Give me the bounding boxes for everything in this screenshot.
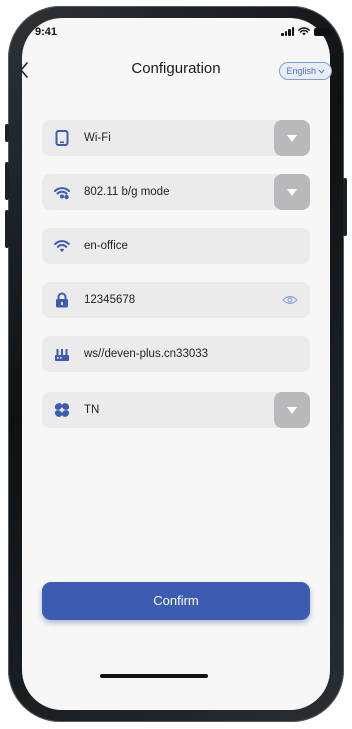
network-type-value: TN xyxy=(84,404,100,416)
status-icons xyxy=(281,27,333,36)
caret-down-icon xyxy=(287,406,297,414)
connection-type-value: Wi-Fi xyxy=(84,132,111,144)
tablet-icon xyxy=(55,130,69,146)
router-icon xyxy=(55,349,69,361)
status-time: 9:41 xyxy=(35,26,58,38)
volume-up-button xyxy=(5,162,9,200)
password-field[interactable]: 12345678 xyxy=(42,282,310,318)
volume-down-button xyxy=(5,210,9,248)
server-url-field[interactable]: ws//deven-plus.cn33033 xyxy=(42,336,310,372)
mute-switch xyxy=(5,124,9,142)
caret-down-icon xyxy=(287,134,297,142)
confirm-button[interactable]: Confirm xyxy=(42,582,310,620)
cellular-signal-icon xyxy=(281,27,294,36)
wifi-mode-select[interactable]: 802.11 b/g mode xyxy=(42,174,310,210)
power-button xyxy=(343,178,347,236)
server-url-value: ws//deven-plus.cn33033 xyxy=(84,348,209,360)
ssid-value: en-office xyxy=(84,240,128,252)
wifi-mode-dropdown-button[interactable] xyxy=(274,174,310,210)
language-selector[interactable]: English xyxy=(279,62,332,80)
password-value: 12345678 xyxy=(84,294,136,306)
wifi-icon xyxy=(54,240,70,252)
wifi-mode-value: 802.11 b/g mode xyxy=(84,186,170,198)
wifi-signal-icon xyxy=(54,187,70,200)
lock-icon xyxy=(56,292,68,308)
home-indicator xyxy=(100,674,208,678)
language-label: English xyxy=(286,66,316,76)
network-type-select[interactable]: TN xyxy=(42,392,310,428)
wifi-status-icon xyxy=(298,27,310,36)
show-password-eye-icon[interactable] xyxy=(282,293,298,307)
battery-icon xyxy=(314,28,333,36)
connection-type-select[interactable]: Wi-Fi xyxy=(42,120,310,156)
network-type-dropdown-button[interactable] xyxy=(274,392,310,428)
connection-type-dropdown-button[interactable] xyxy=(274,120,310,156)
caret-down-icon xyxy=(287,188,297,196)
ssid-field[interactable]: en-office xyxy=(42,228,310,264)
chevron-down-icon xyxy=(318,68,325,74)
network-type-icon xyxy=(54,403,70,417)
